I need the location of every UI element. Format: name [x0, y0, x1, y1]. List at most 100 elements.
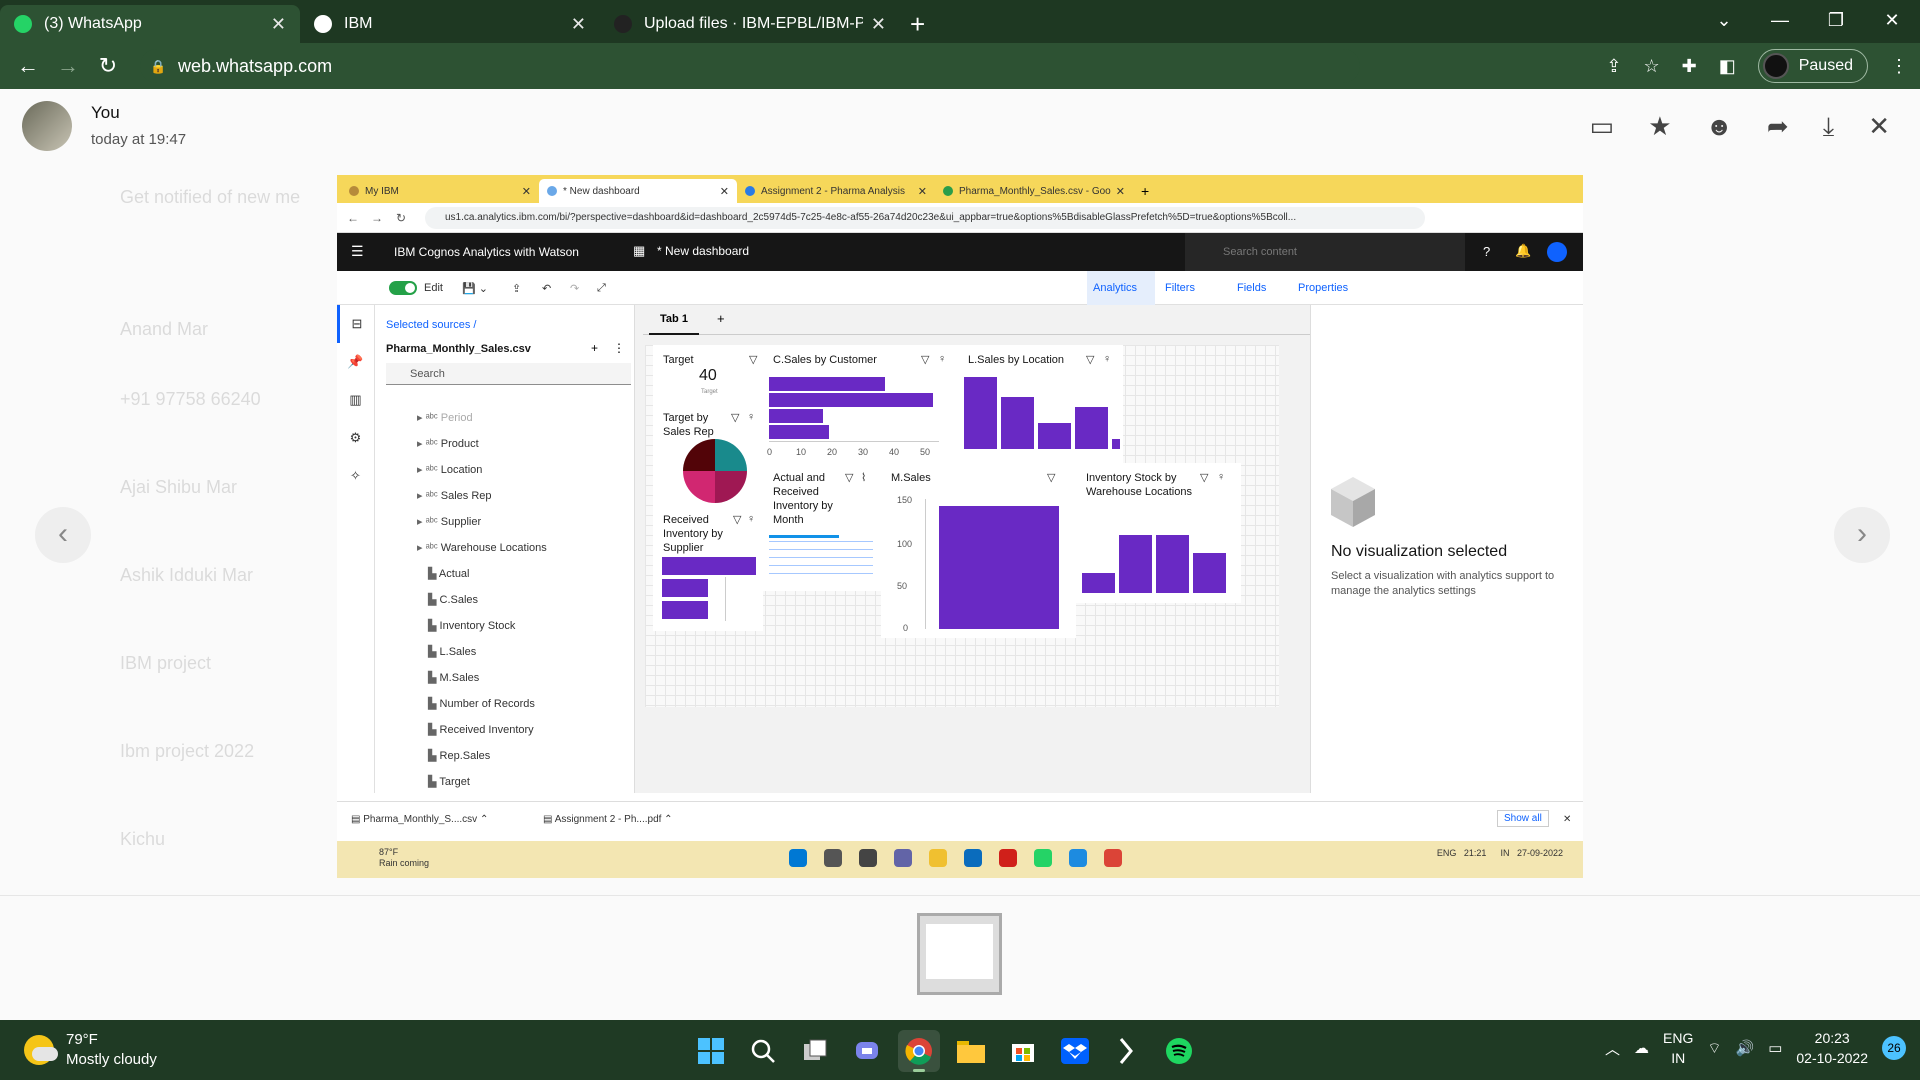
file-explorer-button[interactable] [950, 1030, 992, 1072]
teams-chat-button[interactable] [846, 1030, 888, 1072]
tab-whatsapp[interactable]: (3) WhatsApp ✕ [0, 5, 300, 43]
windows-icon [698, 1038, 724, 1064]
bookmark-star-icon[interactable]: ☆ [1643, 56, 1659, 77]
forward-icon[interactable]: ➦ [1767, 111, 1789, 143]
tab-fields: Fields [1237, 282, 1267, 294]
github-icon [614, 15, 632, 33]
cube-icon [1331, 477, 1375, 527]
forward-icon: → [371, 210, 383, 225]
notification-badge[interactable]: 26 [1882, 1036, 1906, 1060]
close-tab-icon[interactable]: ✕ [571, 14, 586, 35]
downloads-bar: ▤ Pharma_Monthly_S....csv ⌃ ▤ Assignment… [337, 801, 1583, 841]
start-button[interactable] [690, 1030, 732, 1072]
folder-icon [957, 1041, 985, 1063]
insight-icon: ♀ [747, 411, 756, 423]
media-thumbnail[interactable] [917, 913, 1002, 995]
chevron-up-icon[interactable]: ︿ [1605, 1038, 1620, 1059]
download-item: ▤ Pharma_Monthly_S....csv ⌃ [351, 814, 489, 825]
empty-state-text: Select a visualization with analytics su… [1331, 570, 1555, 597]
filter-icon: ▽ [749, 354, 758, 366]
field-item: ▙ M.Sales [417, 672, 480, 684]
restore-button[interactable]: ❐ [1808, 10, 1864, 31]
field-item: ▙ Received Inventory [417, 724, 534, 736]
close-window-button[interactable]: ✕ [1864, 10, 1920, 31]
star-icon[interactable]: ★ [1648, 111, 1671, 143]
weather-widget[interactable]: 79°F Mostly cloudy [24, 1030, 157, 1070]
new-tab-button[interactable]: + [910, 5, 925, 43]
bell-icon: 🔔 [1515, 243, 1532, 258]
menu-kebab-icon[interactable]: ⋮ [1890, 56, 1908, 77]
chrome-button[interactable] [898, 1030, 940, 1072]
onedrive-icon[interactable]: ☁ [1634, 1039, 1649, 1057]
volume-icon[interactable]: 🔊 [1736, 1039, 1755, 1057]
tab-analytics: Analytics [1093, 282, 1138, 294]
previous-media-button[interactable]: ‹ [35, 507, 91, 563]
store-button[interactable] [1002, 1030, 1044, 1072]
windows-icon [789, 849, 807, 867]
bar [1193, 553, 1226, 593]
download-icon[interactable]: ⤓ [1823, 111, 1835, 143]
field-item: ▸ ᵃᵇᶜ Sales Rep [417, 490, 492, 502]
filter-icon: ▽ [845, 472, 854, 484]
bar [964, 377, 997, 449]
bar [939, 506, 1059, 629]
tab-ibm[interactable]: IBM ✕ [300, 5, 600, 43]
field-item: ▙ C.Sales [417, 594, 479, 606]
store-icon [964, 849, 982, 867]
chat-icon [856, 1042, 878, 1059]
new-tab-icon: + [1141, 183, 1150, 199]
save-icon: 💾 ⌄ [462, 283, 488, 295]
tab-properties: Properties [1298, 282, 1349, 294]
forward-icon[interactable]: → [48, 53, 88, 79]
pie-slice [715, 439, 747, 471]
minimize-button[interactable]: — [1752, 10, 1808, 31]
address-bar[interactable]: 🔒 web.whatsapp.com [140, 49, 1360, 83]
dashboard-name: * New dashboard [657, 244, 750, 258]
filter-icon: ▽ [1200, 472, 1209, 484]
bar [1001, 397, 1034, 449]
spotify-button[interactable] [1158, 1030, 1200, 1072]
list-item: Ashik Idduki Mar [120, 565, 254, 585]
close-tab-icon[interactable]: ✕ [871, 14, 886, 35]
back-icon[interactable]: ← [8, 53, 48, 79]
lsales-by-location-card: L.Sales by Location ▽ ♀ [958, 345, 1123, 463]
profile-status: Paused [1798, 57, 1853, 74]
opera-icon [999, 849, 1017, 867]
dropbox-button[interactable] [1054, 1030, 1096, 1072]
insight-icon: ♀ [1103, 353, 1112, 365]
side-panel-icon[interactable]: ◧ [1719, 56, 1736, 77]
app-title: IBM Cognos Analytics with Watson [394, 245, 579, 259]
task-view-button[interactable] [794, 1030, 836, 1072]
field-item: ▙ L.Sales [417, 646, 477, 658]
side-rail: ⊟ 📌 ▥ ⚙ ✧ [337, 305, 375, 793]
close-icon[interactable]: ✕ [1868, 111, 1890, 143]
battery-icon[interactable]: ▭ [1768, 1039, 1782, 1057]
bar [662, 579, 708, 597]
bar [1038, 423, 1071, 449]
insight-icon: ♀ [1217, 471, 1226, 483]
avatar[interactable] [22, 101, 72, 151]
search-button[interactable] [742, 1030, 784, 1072]
wifi-icon[interactable]: ⌔ [1707, 1039, 1721, 1058]
filter-icon: ▽ [921, 354, 930, 366]
share-icon[interactable]: ⇪ [1606, 56, 1621, 77]
tab-github[interactable]: Upload files · IBM-EPBL/IBM-Proj ✕ [600, 5, 900, 43]
react-emoji-icon[interactable]: ☻ [1706, 111, 1733, 143]
terminal-button[interactable] [1106, 1030, 1148, 1072]
reload-icon[interactable]: ↻ [88, 53, 128, 79]
field-item: ▸ ᵃᵇᶜ Warehouse Locations [417, 542, 547, 554]
hamburger-icon: ☰ [351, 243, 364, 259]
whatsapp-icon [1034, 849, 1052, 867]
next-media-button[interactable]: › [1834, 507, 1890, 563]
extensions-icon[interactable]: ✚ [1682, 56, 1697, 77]
close-tab-icon[interactable]: ✕ [271, 14, 286, 35]
tab-search-icon[interactable]: ⌄ [1696, 10, 1752, 31]
language-indicator[interactable]: ENG IN [1663, 1028, 1693, 1068]
temperature: 79°F [66, 1031, 98, 1048]
go-to-message-icon[interactable]: ▭ [1590, 111, 1615, 143]
windows-taskbar: 79°F Mostly cloudy ︿ ☁ ENG IN ⌔ 🔊 ▭ 20:2… [0, 1020, 1920, 1080]
profile-button[interactable]: Paused [1757, 49, 1868, 83]
sender-name: You [91, 103, 120, 122]
bar [1112, 439, 1120, 449]
clock[interactable]: 20:23 02-10-2022 [1796, 1028, 1868, 1068]
